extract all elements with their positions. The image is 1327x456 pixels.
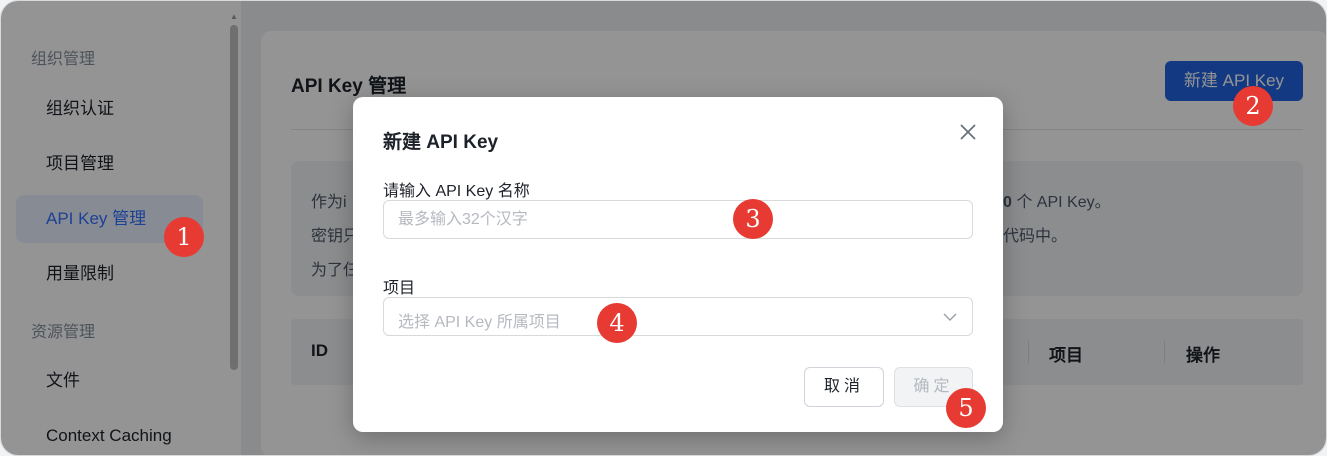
marker-4: 4 <box>597 303 637 343</box>
marker-3: 3 <box>733 199 773 239</box>
api-key-name-input[interactable] <box>383 200 973 239</box>
project-label: 项目 <box>383 280 416 297</box>
marker-5: 5 <box>946 388 986 428</box>
marker-1: 1 <box>164 217 204 257</box>
close-icon[interactable] <box>957 121 979 143</box>
marker-2: 2 <box>1233 86 1273 126</box>
chevron-down-icon <box>943 313 957 321</box>
api-key-name-label: 请输入 API Key 名称 <box>383 183 530 200</box>
project-select-placeholder: 选择 API Key 所属项目 <box>398 314 561 331</box>
new-api-key-dialog: 新建 API Key 请输入 API Key 名称 项目 选择 API Key … <box>353 97 1003 432</box>
cancel-button[interactable]: 取消 <box>804 367 884 407</box>
dialog-title: 新建 API Key <box>383 132 499 153</box>
project-select[interactable]: 选择 API Key 所属项目 <box>383 297 973 336</box>
app-window: ▲ 组织管理 组织认证 项目管理 API Key 管理 用量限制 资源管理 文件… <box>0 0 1327 456</box>
